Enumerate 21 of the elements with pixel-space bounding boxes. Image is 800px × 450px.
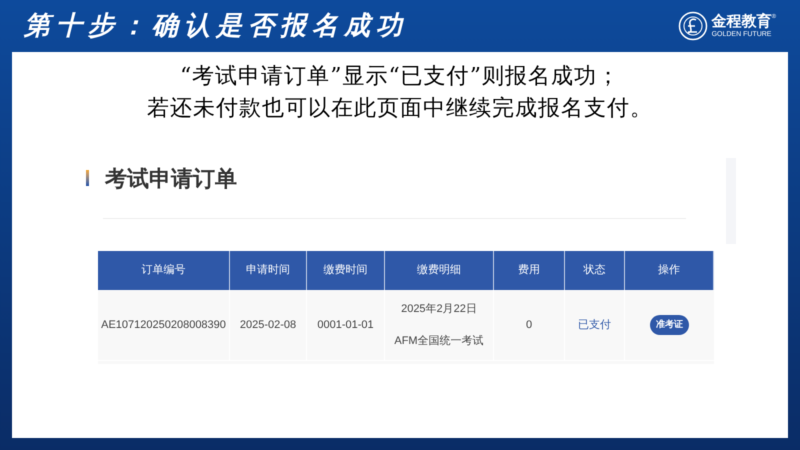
status-text: 已支付 [578,318,611,333]
logo-emblem-icon [678,11,708,41]
column-header: 状态 [565,251,625,290]
column-header: 操作 [625,251,714,290]
instruction-text: 若还未付款也可以在此页面中继续完成报名支付。 [147,95,653,123]
table-cell: 0001-01-01 [307,290,385,360]
heading-accent-bar [86,170,89,186]
admission-ticket-button[interactable]: 准考证 [650,315,689,335]
logo-name: 金程教育 [712,14,772,29]
table-cell: 2025年2月22日AFM全国统一考试 [385,290,494,360]
column-header: 订单编号 [98,251,230,290]
column-header: 缴费时间 [307,251,385,290]
table-cell: AE107120250208008390 [98,290,230,360]
table-cell: 2025-02-08 [230,290,307,360]
column-header: 费用 [494,251,565,290]
column-header: 缴费明细 [385,251,494,290]
page-heading: 考试申请订单 [105,164,237,192]
table-cell: 0 [494,290,565,360]
column-header: 申请时间 [230,251,307,290]
instruction-text: “考试申请订单”显示“已支付”则报名成功； [180,63,620,91]
slide-title: 第十步：确认是否报名成功 [24,10,408,42]
